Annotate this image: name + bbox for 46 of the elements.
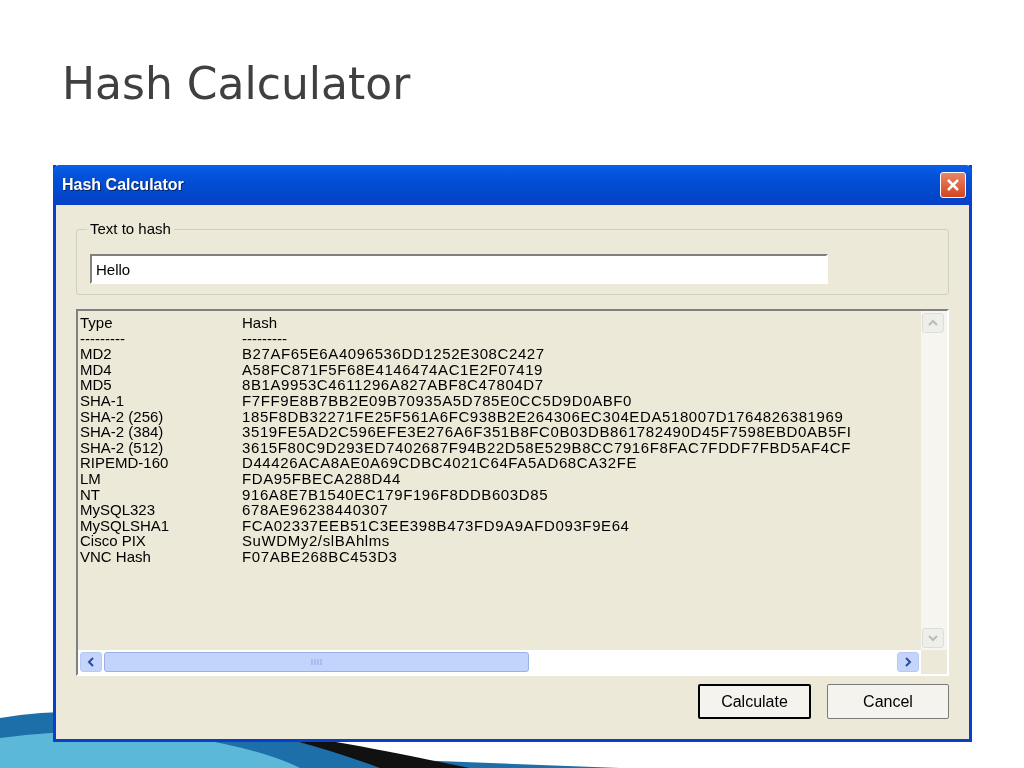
type-text: SHA-2 (384) [80,424,165,440]
type-text: SHA-1 [80,392,126,409]
type-text: SHA-2 (256) [80,408,165,425]
hash-text: B27AF65E6A4096536DD1252E308C2427 [242,346,546,362]
type-text: MD5 [80,377,113,393]
hash-text: Hash [242,315,279,331]
hash-text: A58FC871F5F68E4146474AC1E2F07419 [242,361,545,378]
hash-text: 185F8DB32271FE25F561A6FC938B2E264306EC304EDA518007D1764826381969 [242,408,845,425]
hash-text: F07ABE268BC453D3 [242,548,399,565]
type-text: NT [80,486,101,503]
horizontal-scrollbar[interactable] [78,650,921,674]
type-text: MySQLSHA1 [80,517,171,534]
hash-text: D44426ACA8AE0A69CDBC4021C64FA5AD68CA32FE [242,455,639,471]
hash-text: SuWDMy2/slBAhlms [242,533,391,549]
scroll-right-icon[interactable] [897,652,919,672]
type-text: LM [80,470,102,487]
hash-text: FDA95FBECA288D44 [242,470,402,487]
type-text: Cisco PIX [80,533,146,549]
hash-text: 916A8E7B1540EC179F196F8DDB603D85 [242,486,550,503]
slide-title: Hash Calculator [62,58,411,109]
text-input-field[interactable]: Hello [90,254,828,284]
vertical-scrollbar[interactable] [921,311,947,650]
dialog-button[interactable]: Calculate [698,684,811,719]
scroll-left-icon[interactable] [80,652,102,672]
scroll-up-icon[interactable] [922,313,944,333]
type-text: MySQL323 [80,502,157,518]
hash-text: 3519FE5AD2C596EFE3E276A6F351B8FC0B03DB861782490D45F7598EBD0AB5FI [242,424,853,440]
hash-text: 3615F80C9D293ED7402687F94B22D58E529B8CC7916F8FAC7FDDF7FBD5AF4CF [242,439,852,456]
type-text: VNC Hash [80,548,152,565]
type-text: MD2 [80,346,113,362]
type-text: SHA-2 (512) [80,439,165,456]
type-text: Type [80,315,114,331]
scroll-thumb[interactable] [104,652,529,672]
hash-text: FCA02337EEB51C3EE398B473FD9A9AFD093F9E64 [242,517,631,534]
window-title: Hash Calculator [62,176,185,194]
hash-text: F7FF9E8B7BB2E09B70935A5D785E0CC5D9D0ABF0 [242,392,634,409]
close-icon [945,177,961,193]
dialog-button[interactable]: Cancel [827,684,949,719]
type-text: MD4 [80,361,113,378]
hash-text: 8B1A9953C4611296A827ABF8C47804D7 [242,377,545,393]
close-button[interactable] [940,172,966,198]
type-text: --------- [80,330,126,347]
type-text: RIPEMD-160 [80,455,170,471]
hash-text: --------- [242,330,288,347]
hash-text: 678AE96238440307 [242,502,390,518]
group-label: Text to hash [87,220,174,237]
